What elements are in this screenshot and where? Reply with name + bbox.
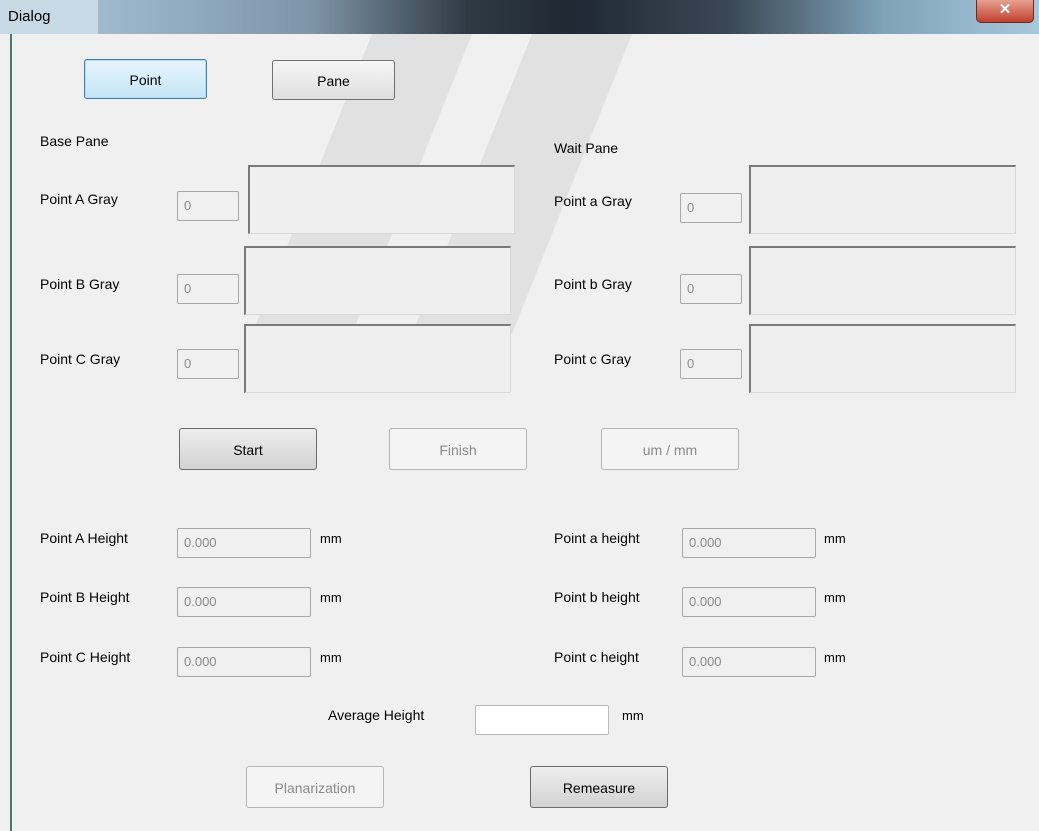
point-a-lower-gray-display bbox=[749, 165, 1016, 234]
title-bar: Dialog ✕ bbox=[0, 0, 1039, 34]
finish-button[interactable]: Finish bbox=[389, 428, 527, 470]
point-a-lower-height-label: Point a height bbox=[554, 530, 640, 546]
point-b-lower-gray-field[interactable]: 0 bbox=[680, 274, 742, 304]
point-b-lower-height-field[interactable]: 0.000 bbox=[682, 587, 816, 617]
remeasure-button[interactable]: Remeasure bbox=[530, 766, 668, 808]
point-a-lower-height-field[interactable]: 0.000 bbox=[682, 528, 816, 558]
point-b-gray-display bbox=[244, 246, 511, 315]
point-c-lower-height-field[interactable]: 0.000 bbox=[682, 647, 816, 677]
close-button[interactable]: ✕ bbox=[976, 0, 1034, 23]
pane-mode-button[interactable]: Pane bbox=[272, 60, 395, 100]
base-pane-heading: Base Pane bbox=[40, 133, 109, 149]
average-height-label: Average Height bbox=[328, 707, 425, 723]
average-height-unit: mm bbox=[622, 708, 644, 723]
point-c-height-label: Point C Height bbox=[40, 649, 131, 665]
point-a-lower-gray-field[interactable]: 0 bbox=[680, 193, 742, 223]
point-c-lower-gray-label: Point c Gray bbox=[554, 351, 632, 367]
point-mode-button[interactable]: Point bbox=[84, 59, 207, 99]
point-a-height-field[interactable]: 0.000 bbox=[177, 528, 311, 558]
point-b-gray-label: Point B Gray bbox=[40, 276, 120, 292]
dialog-window: Dialog ✕ Point Pane Base Pane Point A Gr… bbox=[0, 0, 1039, 831]
point-c-lower-height-label: Point c height bbox=[554, 649, 639, 665]
planarization-button[interactable]: Planarization bbox=[246, 766, 384, 808]
start-button[interactable]: Start bbox=[179, 428, 317, 470]
average-height-field[interactable] bbox=[475, 705, 609, 735]
point-b-lower-gray-label: Point b Gray bbox=[554, 276, 632, 292]
point-b-lower-height-unit: mm bbox=[824, 590, 846, 605]
point-a-height-label: Point A Height bbox=[40, 530, 128, 546]
point-a-gray-label: Point A Gray bbox=[40, 191, 118, 207]
units-toggle-button[interactable]: um / mm bbox=[601, 428, 739, 470]
close-icon: ✕ bbox=[998, 1, 1012, 18]
window-title: Dialog bbox=[8, 8, 51, 25]
point-c-gray-field[interactable]: 0 bbox=[177, 349, 239, 379]
point-c-height-unit: mm bbox=[320, 650, 342, 665]
point-c-lower-gray-field[interactable]: 0 bbox=[680, 349, 742, 379]
point-b-height-unit: mm bbox=[320, 590, 342, 605]
point-a-gray-display bbox=[248, 165, 515, 234]
point-a-lower-gray-label: Point a Gray bbox=[554, 193, 632, 209]
point-b-height-field[interactable]: 0.000 bbox=[177, 587, 311, 617]
dialog-client-area: Point Pane Base Pane Point A Gray 0 Poin… bbox=[10, 34, 1035, 831]
point-a-height-unit: mm bbox=[320, 531, 342, 546]
point-c-gray-label: Point C Gray bbox=[40, 351, 121, 367]
point-b-lower-height-label: Point b height bbox=[554, 589, 640, 605]
point-c-height-field[interactable]: 0.000 bbox=[177, 647, 311, 677]
point-a-gray-field[interactable]: 0 bbox=[177, 191, 239, 221]
point-b-height-label: Point B Height bbox=[40, 589, 130, 605]
point-c-lower-gray-display bbox=[749, 324, 1016, 393]
point-c-lower-height-unit: mm bbox=[824, 650, 846, 665]
wait-pane-heading: Wait Pane bbox=[554, 140, 619, 156]
point-b-lower-gray-display bbox=[749, 246, 1016, 315]
point-a-lower-height-unit: mm bbox=[824, 531, 846, 546]
point-c-gray-display bbox=[244, 324, 511, 393]
point-b-gray-field[interactable]: 0 bbox=[177, 274, 239, 304]
